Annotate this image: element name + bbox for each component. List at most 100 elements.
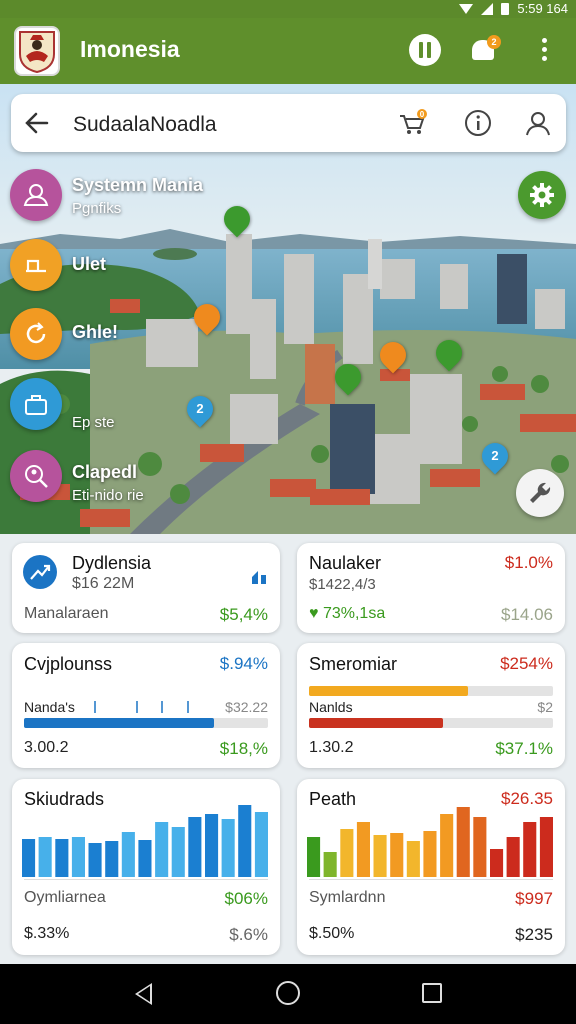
progress-track xyxy=(24,718,268,728)
notifications-button[interactable]: 2 xyxy=(469,34,501,66)
side-item-ghle[interactable] xyxy=(10,308,62,360)
chart-bar xyxy=(523,822,537,877)
nav-recents-button[interactable] xyxy=(422,983,442,1003)
chart-bar xyxy=(71,837,85,877)
chart-bar xyxy=(323,852,337,877)
card-value: $5,4% xyxy=(219,605,268,624)
status-clock: 5:59 164 xyxy=(517,1,568,16)
tools-button[interactable] xyxy=(516,469,564,517)
wrench-icon xyxy=(530,482,551,503)
chart-bar xyxy=(188,817,202,877)
card-label: Oymliarnea xyxy=(24,889,106,906)
app-title: Imonesia xyxy=(80,36,180,62)
chart-bar xyxy=(373,835,387,877)
divider xyxy=(309,879,553,880)
cart-icon[interactable]: 0 xyxy=(397,108,427,138)
chart-bar xyxy=(473,817,487,877)
card-title: Naulaker xyxy=(309,553,382,573)
chart-bar xyxy=(171,827,185,877)
card-footer-value: $18,% xyxy=(219,739,268,758)
card-title: Smeromiar xyxy=(309,654,398,674)
settings-button[interactable] xyxy=(518,171,566,219)
card-cvjplounss[interactable]: Cvjplounss $.94% Nanda's $32.22 3.00.2 $… xyxy=(12,643,280,768)
chart-bar xyxy=(155,822,169,877)
chart-bar xyxy=(38,837,52,877)
card-footer-value: $235 xyxy=(515,925,553,944)
card-peath[interactable]: Peath $26.35 Symlardnn $997 $.50% $235 xyxy=(297,779,565,955)
chart-bar xyxy=(406,841,420,877)
chart-bar xyxy=(88,843,102,877)
card-footer-left: $.33% xyxy=(24,925,70,942)
back-arrow-icon[interactable] xyxy=(23,109,51,137)
side-label: Clapedl xyxy=(72,462,138,482)
side-item-systemn-mania[interactable] xyxy=(10,169,62,221)
chart-bar xyxy=(254,812,268,877)
map-pin[interactable]: 2 xyxy=(181,390,219,428)
progress-fill xyxy=(309,686,468,696)
card-footer-value: $37.1% xyxy=(495,739,553,758)
nav-home-button[interactable] xyxy=(276,981,300,1005)
progress-fill xyxy=(309,718,444,728)
card-dydlensia[interactable]: Dydlensia $16 22M Manalaraen $5,4% xyxy=(12,543,280,633)
side-label: Ulet xyxy=(72,254,107,274)
signal-icon xyxy=(481,2,494,15)
status-bar: 5:59 164 xyxy=(0,0,576,18)
chart-bar xyxy=(340,829,354,877)
map-pin[interactable]: 2 xyxy=(476,437,514,475)
info-icon[interactable] xyxy=(463,108,493,138)
chart-bar xyxy=(105,841,119,877)
card-amount: $16 22M xyxy=(72,575,135,592)
chart-bar xyxy=(121,832,135,877)
cart-badge: 0 xyxy=(420,110,425,119)
map-pin[interactable] xyxy=(218,200,256,238)
side-sublabel: Ep ste xyxy=(72,414,115,431)
profile-icon[interactable] xyxy=(523,108,553,138)
card-value: $06% xyxy=(224,889,268,908)
card-label: Symlardnn xyxy=(309,889,386,906)
divider xyxy=(24,879,268,880)
chart-bar xyxy=(22,839,36,877)
notification-badge: 2 xyxy=(487,35,501,49)
chart-bar xyxy=(423,831,437,877)
chart-bar xyxy=(390,833,404,877)
card-title: Dydlensia xyxy=(72,553,152,573)
chart-bar xyxy=(55,839,69,877)
chart-bar xyxy=(356,822,370,877)
progress-track xyxy=(309,718,553,728)
more-options-button[interactable] xyxy=(528,34,560,66)
card-value: $997 xyxy=(515,889,553,908)
card-change: $1.0% xyxy=(504,553,553,572)
bar-chart xyxy=(22,805,268,877)
card-trend: ♥ 73%,1sa xyxy=(309,605,386,622)
map-pin[interactable] xyxy=(188,298,226,336)
app-logo[interactable] xyxy=(14,26,60,76)
card-smeromiar[interactable]: Smeromiar $254% Nanlds $2 1.30.2 $37.1% xyxy=(297,643,565,768)
chart-bar xyxy=(205,814,219,877)
search-bar[interactable]: SudaalaNoadla 0 xyxy=(11,94,566,152)
side-item-ep-ste[interactable] xyxy=(10,378,62,430)
map-pin[interactable] xyxy=(430,334,468,372)
card-change: $254% xyxy=(500,654,553,673)
refresh-icon xyxy=(26,322,46,344)
card-footer-value: $.6% xyxy=(229,925,268,944)
side-item-clapedl[interactable] xyxy=(10,450,62,502)
system-nav-bar xyxy=(0,964,576,1024)
card-footer-left: 3.00.2 xyxy=(24,739,69,756)
search-query[interactable]: SudaalaNoadla xyxy=(73,113,217,137)
card-naulaker[interactable]: Naulaker $1.0% $1422,4/3 ♥ 73%,1sa $14.0… xyxy=(297,543,565,633)
map-pin[interactable] xyxy=(374,336,412,374)
card-skiudrads[interactable]: Skiudrads Oymliarnea $06% $.33% $.6% xyxy=(12,779,280,955)
card-footer-left: 1.30.2 xyxy=(309,739,354,756)
card-change: $.94% xyxy=(219,654,268,673)
card-amount: $1422,4/3 xyxy=(309,576,376,593)
map-pin[interactable] xyxy=(329,358,367,396)
side-item-ulet[interactable] xyxy=(10,239,62,291)
bar-label: Nanlds xyxy=(309,699,353,715)
side-sublabel: Eti-nido rie xyxy=(72,487,144,504)
card-label: Manalaraen xyxy=(24,605,109,622)
side-sublabel: Pgnfiks xyxy=(72,200,122,217)
desk-icon xyxy=(26,259,46,273)
nav-back-button[interactable] xyxy=(135,983,152,1005)
chart-bar xyxy=(456,807,470,877)
pause-button[interactable] xyxy=(409,34,441,66)
